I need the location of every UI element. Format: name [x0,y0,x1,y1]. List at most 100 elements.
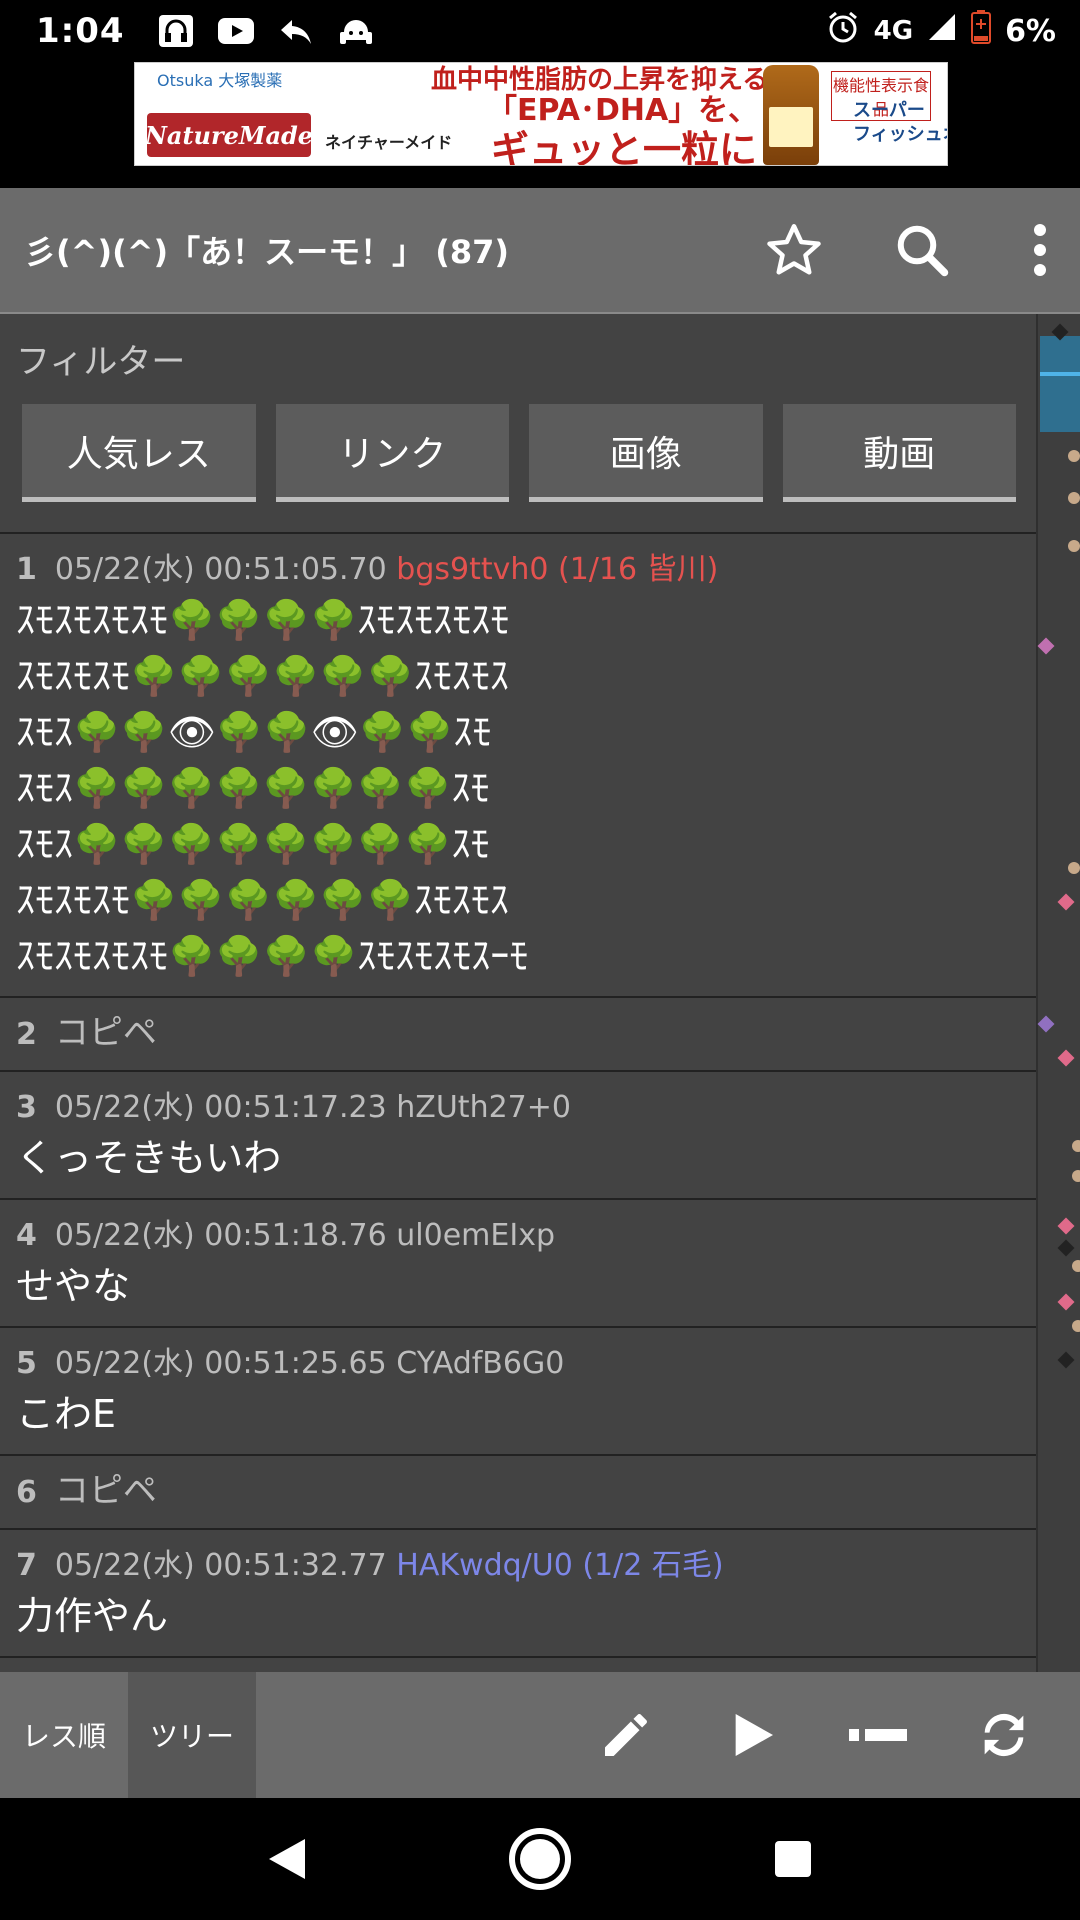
ad-product-name: スーパー フィッシュオイル [853,100,947,145]
post-list: 1 05/22(水) 00:51:05.70 bgs9ttvh0 (1/16 皆川… [0,532,1036,1658]
post-item[interactable]: 7 05/22(水) 00:51:32.77 HAKwdq/U0 (1/2 石毛)… [0,1530,1036,1658]
post-body: ｽﾓｽﾓｽﾓｽﾓ🌳🌳🌳🌳ｽﾓｽﾓｽﾓｽﾓ ｽﾓｽﾓｽﾓ🌳🌳🌳🌳🌳🌳ｽﾓｽﾓｽ ｽﾓｽ… [16,592,1020,984]
minimize-icon [849,1729,907,1741]
post-item-collapsed[interactable]: 6 コピペ [0,1456,1036,1530]
search-button[interactable] [872,200,972,300]
post-date: 05/22(水) 00:51:05.70 [54,552,387,587]
play-icon [735,1714,773,1756]
post-header: 3 05/22(水) 00:51:17.23 hZUth27+0 [16,1086,1020,1130]
map-marker [1057,1351,1075,1369]
post-line: ｽﾓｽﾓｽﾓｽﾓ🌳🌳🌳🌳ｽﾓｽﾓｽﾓｽﾓ [16,598,510,642]
filter-link-button[interactable]: リンク [275,404,509,502]
system-nav-bar [0,1798,1080,1920]
post-date: 05/22(水) 00:51:17.23 [54,1090,387,1125]
post-number: 7 [16,1548,37,1583]
ad-logo: NatureMade [145,113,313,157]
scroll-position-line [1040,372,1080,376]
filter-video-button[interactable]: 動画 [782,404,1016,502]
nav-back-button[interactable] [247,1819,327,1899]
ad-headline-3: ギュッと一粒に [491,128,758,166]
app-toolbar: 彡(^)(^)「あ！スーモ！」 (87) [0,188,1080,314]
map-marker [1068,450,1080,462]
map-marker [1057,1239,1075,1257]
filter-popular-button[interactable]: 人気レス [22,404,256,502]
nav-recents-button[interactable] [753,1819,833,1899]
post-id[interactable]: ul0emEIxp [396,1218,555,1253]
filter-image-button[interactable]: 画像 [529,404,763,502]
post-id[interactable]: CYAdfB6G0 [396,1346,564,1381]
scroll-thumb[interactable] [1040,336,1080,432]
post-number: 3 [16,1090,37,1125]
ad-logo-sub: ネイチャーメイド [325,133,453,152]
refresh-button[interactable] [954,1685,1054,1785]
map-marker [1072,1170,1080,1182]
post-number: 4 [16,1218,37,1253]
battery-percent: 6% [1005,13,1056,49]
refresh-icon [984,1713,1024,1757]
pencil-icon [605,1714,647,1756]
filter-buttons: 人気レス リンク 画像 動画 [22,404,1016,502]
write-button[interactable] [576,1685,676,1785]
map-marker [1057,893,1075,911]
star-icon [767,224,821,275]
map-marker [1068,540,1080,552]
map-marker [1057,1049,1075,1067]
overflow-menu-button[interactable] [1000,200,1080,300]
map-marker [1068,492,1080,504]
status-time: 1:04 [36,11,125,51]
post-id[interactable]: HAKwdq/U0 (1/2 石毛) [396,1548,723,1583]
search-icon [897,225,949,277]
post-body: せやな [16,1264,131,1308]
post-id[interactable]: hZUth27+0 [396,1090,571,1125]
post-date: 05/22(水) 00:51:18.76 [54,1218,387,1253]
reply-arrow-icon [277,14,315,48]
ad-brand-small: Otsuka 大塚製薬 [157,71,283,90]
status-right: 4G 6% [826,10,1056,52]
ad-banner[interactable]: Otsuka 大塚製薬 NatureMade ネイチャーメイド 血中中性脂肪の上… [134,62,948,166]
post-map-scrollbar[interactable] [1036,314,1080,1672]
map-marker [1068,862,1080,874]
post-item[interactable]: 3 05/22(水) 00:51:17.23 hZUth27+0 くっそきもいわ [0,1072,1036,1200]
alarm-icon [826,10,860,52]
scroll-mode-button[interactable] [828,1685,928,1785]
play-button[interactable] [702,1685,802,1785]
post-body: 力作やん [16,1594,169,1638]
post-line: ｽﾓｽﾓｽﾓｽﾓ🌳🌳🌳🌳ｽﾓｽﾓｽﾓｽｰﾓ [16,934,529,978]
post-number: 2 [16,1017,37,1052]
post-header: 7 05/22(水) 00:51:32.77 HAKwdq/U0 (1/2 石毛) [16,1544,1020,1588]
tab-tree[interactable]: ツリー [128,1672,256,1798]
post-line: ｽﾓｽ🌳🌳🌳🌳🌳🌳🌳🌳ｽﾓ [16,766,490,810]
map-marker [1072,1260,1080,1272]
home-circle-icon [508,1828,571,1890]
post-header: 4 05/22(水) 00:51:18.76 ul0emEIxp [16,1214,1020,1258]
filter-label: フィルター [16,342,186,382]
post-item[interactable]: 5 05/22(水) 00:51:25.65 CYAdfB6G0 こわE [0,1328,1036,1456]
map-marker [1037,1015,1055,1033]
map-marker [1037,637,1055,655]
map-marker [1072,1140,1080,1152]
post-item[interactable]: 4 05/22(水) 00:51:18.76 ul0emEIxp せやな [0,1200,1036,1328]
post-number: 6 [16,1475,37,1510]
nav-home-button[interactable] [500,1819,580,1899]
map-marker [1057,1217,1075,1235]
network-type: 4G [873,16,914,46]
notification-icons [157,14,375,48]
favorite-button[interactable] [744,200,844,300]
post-item[interactable]: 1 05/22(水) 00:51:05.70 bgs9ttvh0 (1/16 皆川… [0,534,1036,998]
post-item-collapsed[interactable]: 2 コピペ [0,998,1036,1072]
youtube-icon [217,14,255,48]
headphones-icon [157,14,195,48]
post-line: ｽﾓｽ🌳🌳🌳🌳🌳🌳🌳🌳ｽﾓ [16,822,490,866]
post-date: 05/22(水) 00:51:32.77 [54,1548,387,1583]
post-collapsed-label: コピペ [54,1471,157,1511]
post-body: くっそきもいわ [16,1136,282,1180]
post-id[interactable]: bgs9ttvh0 (1/16 皆川) [396,552,718,587]
thread-content[interactable]: フィルター 人気レス リンク 画像 動画 1 05/22(水) 00:51:05.… [0,314,1036,1672]
ad-product-label [769,107,813,147]
map-marker [1072,1320,1080,1332]
post-collapsed-label: コピペ [54,1013,157,1053]
tab-order[interactable]: レス順 [0,1672,128,1798]
back-triangle-icon [268,1839,305,1879]
map-marker [1057,1293,1075,1311]
post-line: ｽﾓｽ🌳🌳👁🌳🌳👁🌳🌳ｽﾓ [16,710,492,754]
